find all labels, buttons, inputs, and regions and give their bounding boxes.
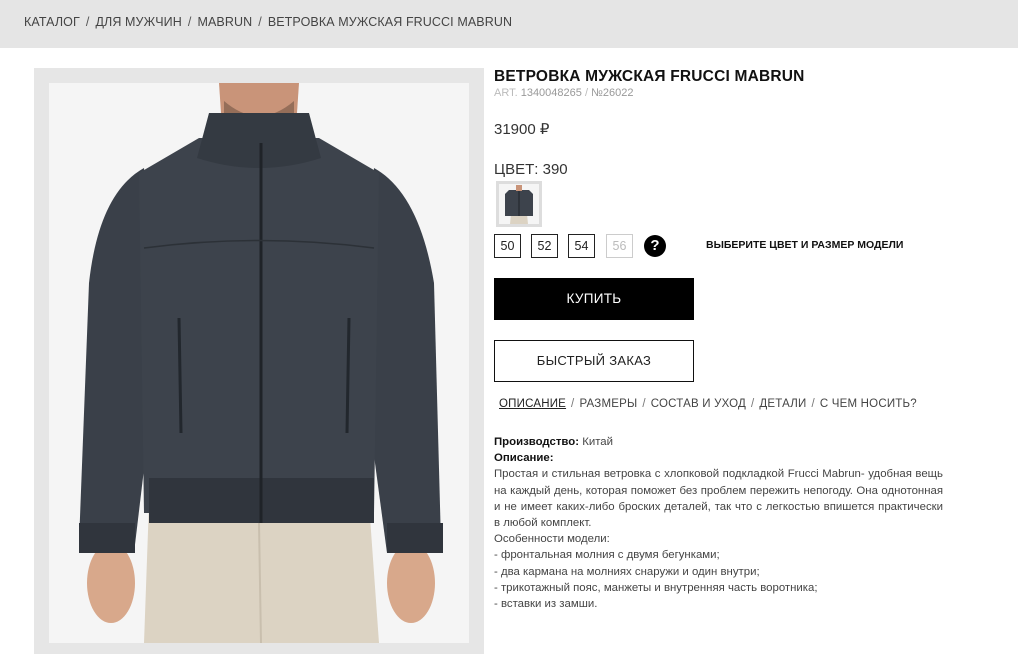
product-photo[interactable] xyxy=(49,83,469,643)
choose-size-note: ВЫБЕРИТЕ ЦВЕТ И РАЗМЕР МОДЕЛИ xyxy=(706,239,904,251)
product-article: ART. 1340048265 / №26022 xyxy=(494,87,633,99)
breadcrumb-current: ВЕТРОВКА МУЖСКАЯ FRUCCI MABRUN xyxy=(267,15,513,29)
production-label: Производство: xyxy=(494,436,580,448)
feature-item: - трикотажный пояс, манжеты и внутренняя… xyxy=(494,581,818,594)
size-option-56: 56 xyxy=(606,234,633,258)
feature-item: - два кармана на молниях снаружи и один … xyxy=(494,565,760,578)
tab-separator: / xyxy=(811,398,815,410)
color-swatch[interactable] xyxy=(496,181,542,227)
jacket-photo-illustration xyxy=(49,83,469,643)
top-bar: КАТАЛОГ / ДЛЯ МУЖЧИН / MABRUN / ВЕТРОВКА МУЖСК… xyxy=(0,0,1018,48)
color-label: ЦВЕТ: 390 xyxy=(494,161,568,178)
product-code: №26022 xyxy=(591,87,634,99)
product-price: 31900 ₽ xyxy=(494,121,550,138)
product-gallery xyxy=(34,68,484,654)
feature-item: - фронтальная молния с двумя бегунками; xyxy=(494,549,720,562)
tab-separator: / xyxy=(642,398,646,410)
breadcrumb-brand[interactable]: MABRUN xyxy=(197,15,252,29)
article-label: ART. xyxy=(494,87,518,99)
product-tabs: ОПИСАНИЕ / РАЗМЕРЫ / СОСТАВ И УХОД / ДЕТАЛИ / С … xyxy=(499,398,917,410)
feature-item: - вставки из замши. xyxy=(494,598,598,611)
jacket-thumbnail xyxy=(499,184,539,224)
tab-description[interactable]: ОПИСАНИЕ xyxy=(499,398,566,410)
breadcrumb-men[interactable]: ДЛЯ МУЖЧИН xyxy=(95,15,181,29)
size-option-54[interactable]: 54 xyxy=(568,234,595,258)
breadcrumb-separator: / xyxy=(187,15,192,29)
breadcrumb: КАТАЛОГ / ДЛЯ МУЖЧИН / MABRUN / ВЕТРОВКА МУЖСК… xyxy=(24,15,512,29)
production-value: Китай xyxy=(579,436,613,448)
description-label: Описание: xyxy=(494,452,554,465)
product-title: ВЕТРОВКА МУЖСКАЯ FRUCCI MABRUN xyxy=(494,68,805,85)
size-option-52[interactable]: 52 xyxy=(531,234,558,258)
tab-separator: / xyxy=(751,398,755,410)
breadcrumb-separator: / xyxy=(85,15,90,29)
product-description: Производство: Китай Описание: Простая и … xyxy=(494,434,943,612)
article-separator: / xyxy=(584,87,589,99)
breadcrumb-separator: / xyxy=(258,15,262,29)
tab-composition-care[interactable]: СОСТАВ И УХОД xyxy=(651,398,746,410)
breadcrumb-catalog[interactable]: КАТАЛОГ xyxy=(24,15,80,29)
quick-order-button[interactable]: БЫСТРЫЙ ЗАКАЗ xyxy=(494,340,694,382)
tab-sizes[interactable]: РАЗМЕРЫ xyxy=(579,398,637,410)
tab-what-to-wear[interactable]: С ЧЕМ НОСИТЬ? xyxy=(820,398,917,410)
production-line: Производство: Китай xyxy=(494,434,943,450)
features-title: Особенности модели: xyxy=(494,533,610,546)
question-circle-icon[interactable]: ? xyxy=(644,235,666,257)
size-option-50[interactable]: 50 xyxy=(494,234,521,258)
tab-separator: / xyxy=(571,398,575,410)
article-number: 1340048265 xyxy=(520,87,582,99)
buy-button[interactable]: КУПИТЬ xyxy=(494,278,694,320)
tab-details[interactable]: ДЕТАЛИ xyxy=(759,398,806,410)
description-text: Простая и стильная ветровка с хлопковой … xyxy=(494,468,943,530)
